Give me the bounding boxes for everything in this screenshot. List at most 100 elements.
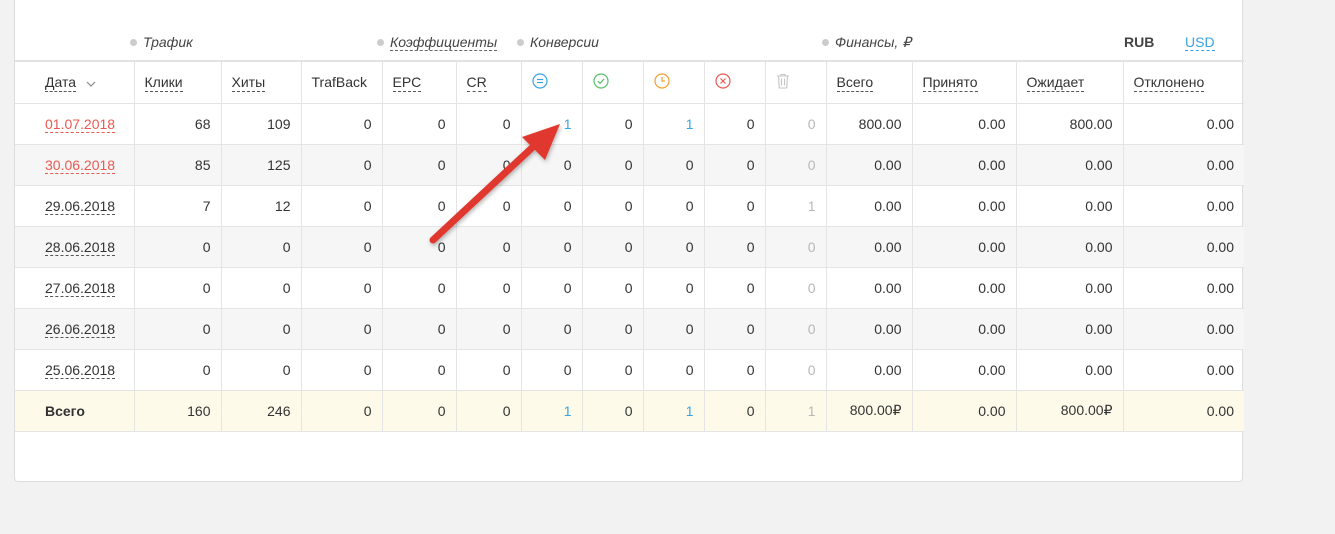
cell-conv-pending[interactable]: 1 bbox=[643, 103, 705, 145]
cell-rejected: 0.00 bbox=[1123, 144, 1244, 186]
cell-conv-deleted[interactable]: 1 bbox=[765, 185, 827, 227]
totals-row: Всего 160 246 0 0 0 1 0 1 0 1 800.00₽ 0.… bbox=[15, 390, 1244, 432]
header-epc[interactable]: EPC bbox=[382, 62, 457, 104]
cell-epc: 0 bbox=[382, 185, 457, 227]
cell-rejected: 0.00 bbox=[1123, 267, 1244, 309]
header-conversions-pending[interactable] bbox=[643, 62, 705, 104]
cell-conv-all: 0 bbox=[521, 144, 583, 186]
group-dot bbox=[517, 38, 524, 46]
cell-conv-approved: 0 bbox=[582, 308, 644, 350]
header-cr[interactable]: CR bbox=[456, 62, 522, 104]
cell-trafback: 0 bbox=[301, 349, 383, 391]
row-date[interactable]: 30.06.2018 bbox=[15, 144, 135, 186]
row-date[interactable]: 26.06.2018 bbox=[15, 308, 135, 350]
rejected-x-icon[interactable] bbox=[714, 73, 731, 89]
row-date[interactable]: 28.06.2018 bbox=[15, 226, 135, 268]
column-groups: Трафик Коэффициенты Конверсии Финансы, ₽… bbox=[15, 0, 1244, 62]
header-conversions-approved[interactable] bbox=[582, 62, 644, 104]
cell-conv-pending: 0 bbox=[643, 308, 705, 350]
cell-rejected: 0.00 bbox=[1123, 103, 1244, 145]
totals-label: Всего bbox=[15, 390, 135, 432]
chevron-down-icon[interactable] bbox=[86, 81, 96, 87]
cell-pending: 0.00 bbox=[1016, 185, 1124, 227]
total-conv-approved: 0 bbox=[582, 390, 644, 432]
cell-conv-all: 0 bbox=[521, 308, 583, 350]
total-rejected: 0.00 bbox=[1123, 390, 1244, 432]
cell-pending: 0.00 bbox=[1016, 308, 1124, 350]
cell-total: 0.00 bbox=[826, 185, 913, 227]
cell-conv-rejected: 0 bbox=[704, 185, 766, 227]
cell-cr: 0 bbox=[456, 267, 522, 309]
row-date[interactable]: 29.06.2018 bbox=[15, 185, 135, 227]
cell-clicks: 7 bbox=[134, 185, 222, 227]
table-row: 25.06.2018 0 0 0 0 0 0 0 0 0 0 0.00 0.00… bbox=[15, 349, 1244, 391]
cell-hits: 109 bbox=[221, 103, 302, 145]
trash-icon[interactable] bbox=[776, 73, 790, 89]
all-conversions-icon[interactable] bbox=[531, 73, 548, 89]
header-conversions-all[interactable] bbox=[521, 62, 583, 104]
cell-hits: 0 bbox=[221, 308, 302, 350]
total-conv-pending[interactable]: 1 bbox=[643, 390, 705, 432]
cell-conv-all[interactable]: 1 bbox=[521, 103, 583, 145]
approved-check-icon[interactable] bbox=[592, 73, 609, 89]
cell-conv-deleted: 0 bbox=[765, 308, 827, 350]
cell-accepted: 0.00 bbox=[912, 103, 1017, 145]
cell-hits: 0 bbox=[221, 267, 302, 309]
cell-conv-all: 0 bbox=[521, 349, 583, 391]
group-dot bbox=[130, 38, 137, 46]
header-pending[interactable]: Ожидает bbox=[1016, 62, 1124, 104]
cell-conv-pending: 0 bbox=[643, 349, 705, 391]
cell-conv-approved: 0 bbox=[582, 267, 644, 309]
row-date[interactable]: 25.06.2018 bbox=[15, 349, 135, 391]
row-date[interactable]: 01.07.2018 bbox=[15, 103, 135, 145]
currency-usd[interactable]: USD bbox=[1185, 34, 1215, 51]
header-total[interactable]: Всего bbox=[826, 62, 913, 104]
cell-conv-rejected: 0 bbox=[704, 308, 766, 350]
table-row: 27.06.2018 0 0 0 0 0 0 0 0 0 0 0.00 0.00… bbox=[15, 267, 1244, 309]
total-cr: 0 bbox=[456, 390, 522, 432]
header-rejected[interactable]: Отклонено bbox=[1123, 62, 1244, 104]
cell-hits: 0 bbox=[221, 349, 302, 391]
header-clicks[interactable]: Клики bbox=[134, 62, 222, 104]
cell-conv-deleted: 0 bbox=[765, 226, 827, 268]
cell-epc: 0 bbox=[382, 349, 457, 391]
cell-cr: 0 bbox=[456, 308, 522, 350]
cell-conv-pending: 0 bbox=[643, 185, 705, 227]
header-hits[interactable]: Хиты bbox=[221, 62, 302, 104]
cell-trafback: 0 bbox=[301, 308, 383, 350]
group-coefficients[interactable]: Коэффициенты bbox=[377, 34, 498, 51]
cell-cr: 0 bbox=[456, 144, 522, 186]
header-conversions-rejected[interactable] bbox=[704, 62, 766, 104]
cell-rejected: 0.00 bbox=[1123, 185, 1244, 227]
cell-total: 800.00 bbox=[826, 103, 913, 145]
statistics-panel: Трафик Коэффициенты Конверсии Финансы, ₽… bbox=[14, 0, 1244, 482]
total-clicks: 160 bbox=[134, 390, 222, 432]
cell-cr: 0 bbox=[456, 103, 522, 145]
cell-clicks: 68 bbox=[134, 103, 222, 145]
row-date[interactable]: 27.06.2018 bbox=[15, 267, 135, 309]
cell-total: 0.00 bbox=[826, 308, 913, 350]
cell-conv-approved: 0 bbox=[582, 226, 644, 268]
cell-clicks: 0 bbox=[134, 349, 222, 391]
total-hits: 246 bbox=[221, 390, 302, 432]
currency-rub[interactable]: RUB bbox=[1124, 34, 1154, 50]
cell-clicks: 0 bbox=[134, 226, 222, 268]
pending-clock-icon[interactable] bbox=[653, 73, 670, 89]
cell-accepted: 0.00 bbox=[912, 185, 1017, 227]
cell-cr: 0 bbox=[456, 185, 522, 227]
table-row: 30.06.2018 85 125 0 0 0 0 0 0 0 0 0.00 0… bbox=[15, 144, 1244, 186]
cell-conv-rejected: 0 bbox=[704, 349, 766, 391]
cell-conv-approved: 0 bbox=[582, 185, 644, 227]
cell-conv-all: 0 bbox=[521, 226, 583, 268]
group-dot bbox=[377, 39, 384, 46]
table-row: 28.06.2018 0 0 0 0 0 0 0 0 0 0 0.00 0.00… bbox=[15, 226, 1244, 268]
header-conversions-deleted[interactable] bbox=[765, 62, 827, 104]
cell-conv-deleted: 0 bbox=[765, 267, 827, 309]
header-accepted[interactable]: Принято bbox=[912, 62, 1017, 104]
cell-clicks: 0 bbox=[134, 267, 222, 309]
cell-accepted: 0.00 bbox=[912, 308, 1017, 350]
cell-epc: 0 bbox=[382, 144, 457, 186]
header-date[interactable]: Дата bbox=[15, 62, 135, 104]
total-conv-all[interactable]: 1 bbox=[521, 390, 583, 432]
cell-pending: 0.00 bbox=[1016, 349, 1124, 391]
